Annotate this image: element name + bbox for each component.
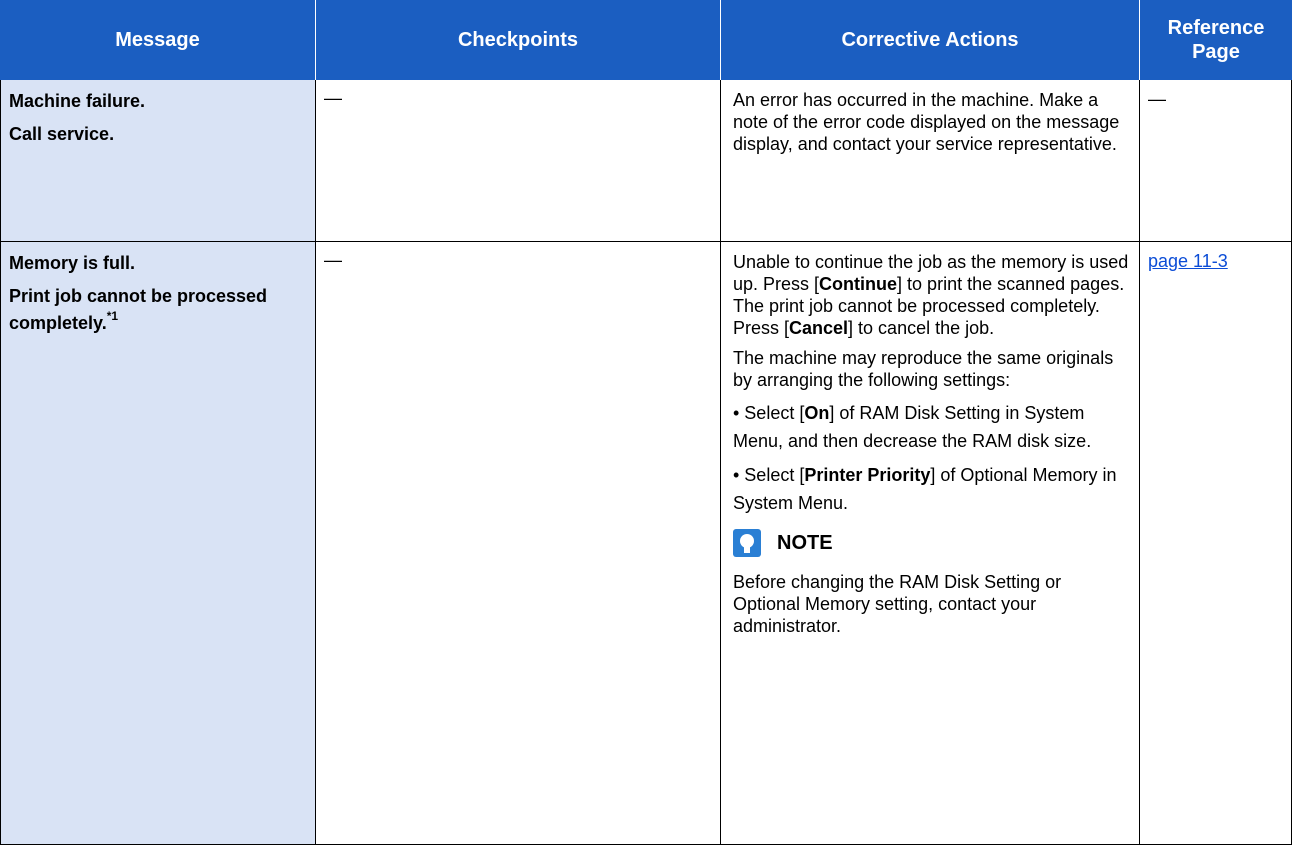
error-message-table: Message Checkpoints Corrective Actions R…	[0, 0, 1292, 845]
checkpoint-cell: —	[316, 80, 721, 242]
lightbulb-icon	[733, 529, 761, 557]
message-line: Memory is full.	[9, 253, 136, 273]
corrective-action-cell: Unable to continue the job as the memory…	[721, 242, 1140, 845]
header-reference-line1: Reference	[1167, 17, 1265, 39]
bullet-item: • Select [On] of RAM Disk Setting in Sys…	[733, 403, 1092, 451]
cancel-key-label: Cancel	[789, 318, 849, 338]
bullet-item: • Select [Printer Priority] of Optional …	[733, 465, 1117, 513]
on-key-label: On	[804, 403, 830, 423]
action-text: An error has occurred in the machine. Ma…	[733, 90, 1120, 154]
note-heading: NOTE	[733, 529, 1129, 557]
table-row: Memory is full. Print job cannot be proc…	[0, 242, 1292, 845]
header-reference-page: Reference Page	[1140, 0, 1292, 80]
continue-key-label: Continue	[819, 274, 898, 294]
action-text: Unable to continue the job as the memory…	[733, 252, 1129, 338]
table-row: Machine failure. Call service. — An erro…	[0, 80, 1292, 242]
message-line: Call service.	[9, 124, 115, 144]
reference-link[interactable]: page 11-3	[1148, 251, 1228, 271]
message-cell: Machine failure. Call service.	[0, 80, 316, 242]
corrective-action-cell: An error has occurred in the machine. Ma…	[721, 80, 1140, 242]
checkpoint-cell: —	[316, 242, 721, 845]
header-corrective-actions: Corrective Actions	[721, 0, 1140, 80]
message-line: Print job cannot be processed completely…	[9, 286, 268, 333]
reference-cell: page 11-3	[1140, 242, 1292, 845]
header-reference-line2: Page	[1192, 41, 1240, 63]
footnote-marker: *1	[106, 309, 119, 323]
message-line: Machine failure.	[9, 91, 146, 111]
header-checkpoints: Checkpoints	[316, 0, 721, 80]
printer-priority-key-label: Printer Priority	[804, 465, 931, 485]
reference-cell: —	[1140, 80, 1292, 242]
note-text: Before changing the RAM Disk Setting or …	[733, 572, 1062, 636]
header-message: Message	[0, 0, 316, 80]
message-cell: Memory is full. Print job cannot be proc…	[0, 242, 316, 845]
action-text: The machine may reproduce the same origi…	[733, 348, 1114, 390]
table-header: Message Checkpoints Corrective Actions R…	[0, 0, 1292, 80]
note-label: NOTE	[777, 532, 833, 554]
